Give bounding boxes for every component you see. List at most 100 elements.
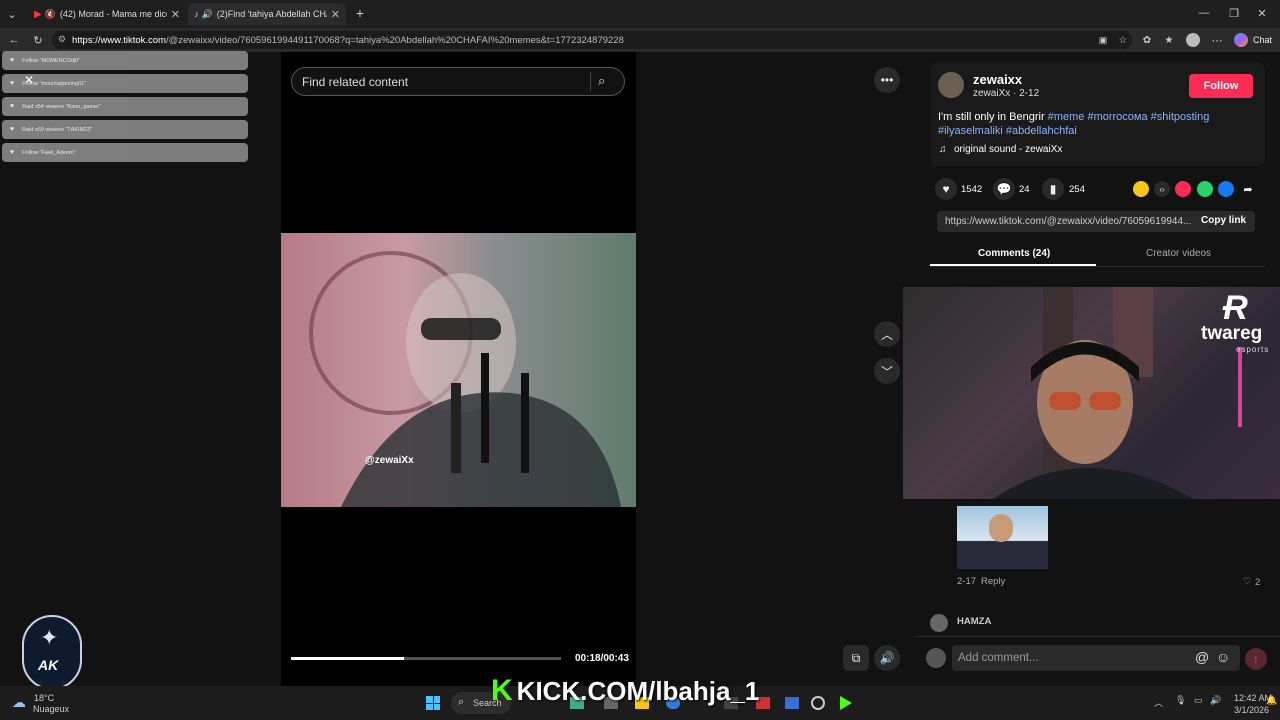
- more-options-icon[interactable]: •••: [874, 67, 900, 93]
- embed-code-icon[interactable]: ‹›: [1154, 181, 1170, 197]
- minimize-button[interactable]: —: [1196, 5, 1212, 21]
- tab-tiktok[interactable]: ♪ 🔊 (2)Find 'tahiya Abdellah CHAF ✕: [188, 3, 346, 25]
- mention-icon[interactable]: @: [1195, 649, 1209, 665]
- commenter-avatar[interactable]: [930, 614, 948, 632]
- stream-alert: ♥ Raid x54 viewers "Kano_gamer": [2, 97, 248, 116]
- creator-avatar[interactable]: [938, 72, 964, 98]
- clock-date[interactable]: 3/1/2026: [1234, 705, 1269, 715]
- send-to-friends-icon[interactable]: [1175, 181, 1191, 197]
- like-heart-icon[interactable]: ♥: [935, 178, 957, 200]
- tab-comments[interactable]: Comments (24): [978, 248, 1050, 259]
- heart-icon: ♥: [10, 149, 15, 156]
- refresh-icon[interactable]: ↻: [30, 32, 46, 48]
- tiktok-icon: ♪: [194, 9, 199, 19]
- previous-video-chevron-up-icon[interactable]: ︿: [874, 321, 900, 347]
- weather-desc: Nuageux: [33, 704, 70, 714]
- tab-youtube[interactable]: ▶ 🔇 (42) Morad - Mama me dice | ✕: [28, 3, 186, 25]
- extensions-icon[interactable]: ✿: [1140, 33, 1154, 47]
- next-video-chevron-down-icon[interactable]: ﹀: [874, 358, 900, 384]
- kick-app-icon[interactable]: [840, 696, 852, 710]
- hashtag-link[interactable]: #meme: [1048, 111, 1085, 123]
- search-icon[interactable]: ⌕: [598, 73, 605, 89]
- share-link-text: https://www.tiktok.com/@zewaixx/video/76…: [945, 216, 1192, 227]
- pip-icon[interactable]: ⧉: [843, 645, 869, 671]
- team-name: twareg: [1201, 323, 1263, 344]
- caption-text: I'm still only in Bengrir: [938, 111, 1048, 123]
- comment-date: 2-17: [957, 576, 977, 587]
- notification-bell-icon[interactable]: 🔔: [1266, 695, 1277, 706]
- comment-placeholder: Add comment...: [958, 652, 1039, 664]
- profile-avatar[interactable]: [1186, 33, 1200, 47]
- microphone-icon[interactable]: 🎙: [1175, 695, 1186, 706]
- share-coin-icon[interactable]: [1133, 181, 1149, 197]
- speaker-icon[interactable]: 🔊: [1210, 695, 1221, 706]
- comment-bubble-icon[interactable]: 💬: [993, 178, 1015, 200]
- url-field[interactable]: ⚙ https://www.tiktok.com/@zewaixx/video/…: [52, 31, 1132, 49]
- chat-label[interactable]: Chat: [1253, 35, 1272, 45]
- close-window-button[interactable]: ✕: [1254, 5, 1270, 21]
- add-comment-input[interactable]: Add comment... @ ☺: [952, 645, 1240, 671]
- speaker-icon: 🔊: [201, 8, 213, 19]
- new-tab-button[interactable]: +: [352, 5, 368, 21]
- display-icon[interactable]: ▭: [1194, 695, 1203, 706]
- creator-handle-date: zewaiXx · 2-12: [973, 88, 1040, 99]
- post-comment-arrow-icon[interactable]: ↑: [1245, 648, 1267, 670]
- whatsapp-icon[interactable]: [1197, 181, 1213, 197]
- facebook-icon[interactable]: [1218, 181, 1234, 197]
- emoji-icon[interactable]: ☺: [1216, 649, 1230, 665]
- kick-url: KICK.COM/lbahja_1: [516, 675, 760, 706]
- menu-ellipsis-icon[interactable]: ⋯: [1210, 33, 1224, 47]
- kick-logo-icon: K: [491, 674, 513, 707]
- hashtag-link[interactable]: #shitposting: [1151, 111, 1210, 123]
- comment-image-face: [989, 514, 1013, 542]
- tab-creator-videos[interactable]: Creator videos: [1146, 248, 1211, 259]
- my-avatar: [926, 648, 946, 668]
- copy-link-button[interactable]: Copy link: [1201, 215, 1246, 226]
- comment-image[interactable]: [957, 506, 1048, 569]
- tab-list-chevron-icon[interactable]: ⌄: [4, 6, 20, 22]
- kick-overlay: K KICK.COM/lbahja_1: [491, 674, 760, 707]
- copilot-icon[interactable]: [1234, 33, 1248, 47]
- like-count: 1542: [961, 184, 983, 195]
- search-input[interactable]: Find related content ⌕: [291, 67, 625, 96]
- hashtag-link[interactable]: #abdellahchfai: [1006, 125, 1077, 137]
- bookmark-icon[interactable]: ▮: [1042, 178, 1064, 200]
- favorites-icon[interactable]: ★: [1162, 33, 1176, 47]
- hashtag-link[interactable]: #morrocoма: [1087, 111, 1147, 123]
- close-tab-icon[interactable]: ✕: [171, 8, 180, 21]
- restore-button[interactable]: ❐: [1226, 5, 1242, 21]
- follow-button[interactable]: Follow: [1189, 74, 1253, 98]
- close-tab-icon[interactable]: ✕: [331, 8, 340, 21]
- video-progress-bar[interactable]: [291, 657, 561, 660]
- site-info-icon[interactable]: ⚙: [58, 34, 66, 45]
- browser-tab-bar: ⌄ ▶ 🔇 (42) Morad - Mama me dice | ✕ ♪ 🔊 …: [0, 0, 1280, 28]
- sound-link[interactable]: original sound - zewaiXx: [954, 144, 1062, 155]
- comment-like-icon[interactable]: ♡: [1243, 576, 1252, 587]
- save-count: 254: [1069, 184, 1085, 195]
- commenter-name[interactable]: HAMZA: [957, 616, 991, 627]
- hashtag-link[interactable]: #ilyaselmaliki: [938, 125, 1003, 137]
- windows-start-icon[interactable]: [426, 696, 440, 710]
- logo-text: AK: [38, 657, 59, 673]
- tray-chevron-icon[interactable]: ︿: [1154, 696, 1163, 709]
- stream-alert: ♥ Follow "Fawl_Adeem": [2, 143, 248, 162]
- search-divider: [590, 72, 591, 91]
- muted-speaker-icon: 🔇: [44, 8, 56, 19]
- url-domain: https://www.tiktok.com: [72, 34, 166, 46]
- split-screen-icon[interactable]: ▣: [1096, 33, 1110, 47]
- taskbar-app-icon[interactable]: [785, 697, 799, 709]
- share-arrow-icon[interactable]: ➦: [1240, 181, 1256, 197]
- video-watermark: @zewaiXx: [365, 455, 414, 466]
- obs-icon[interactable]: [811, 696, 825, 710]
- volume-icon[interactable]: 🔊: [874, 645, 900, 671]
- favorite-star-icon[interactable]: ☆: [1116, 33, 1130, 47]
- video-time: 00:18/00:43: [575, 653, 629, 664]
- back-arrow-icon[interactable]: ←: [6, 32, 22, 48]
- ak-logo: ✦ AK: [22, 615, 82, 690]
- reply-button[interactable]: Reply: [981, 576, 1005, 587]
- creator-username[interactable]: zewaixx: [973, 72, 1022, 87]
- post-caption: I'm still only in Bengrir #meme #morroco…: [938, 110, 1258, 138]
- video-scene: [309, 251, 621, 507]
- close-icon[interactable]: ✕: [22, 73, 36, 87]
- phoenix-icon: ✦: [40, 625, 59, 650]
